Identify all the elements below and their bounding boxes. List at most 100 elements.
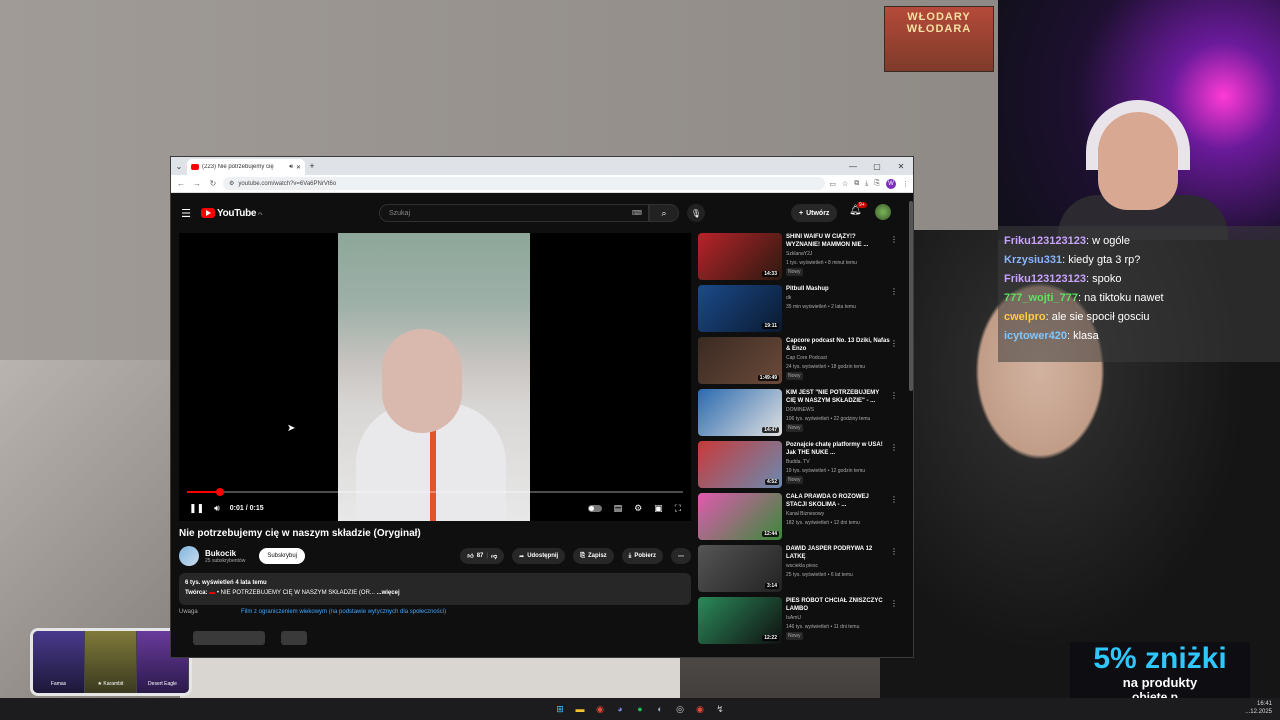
menu-kebab-icon[interactable]: ⋮ [902, 180, 909, 188]
recommended-channel[interactable]: Budda. TV [786, 458, 890, 467]
recommended-title[interactable]: CAŁA PRAWDA O RÓŻOWEJ STACJI SKOLIMA - .… [786, 493, 890, 509]
more-options-icon[interactable]: ⋮ [890, 599, 898, 608]
recommended-video[interactable]: 12:44 CAŁA PRAWDA O RÓŻOWEJ STACJI SKOLIM… [698, 493, 908, 545]
mic-button[interactable]: 🎙︎ [687, 204, 705, 222]
recommended-video[interactable]: 19:11 Pitbull Mashup dk 35 min wyświetleń •… [698, 285, 908, 337]
extensions-icon[interactable]: ⧉ [854, 180, 859, 188]
back-icon[interactable]: ← [175, 179, 187, 188]
start-icon[interactable]: ⊞ [553, 702, 567, 716]
steam-icon[interactable]: ◐ [653, 702, 667, 716]
discord-icon[interactable]: ◕ [613, 702, 627, 716]
recommended-channel[interactable]: Cap Core Podcast [786, 354, 890, 363]
like-button[interactable]: 👍︎ 87 | 👎︎ [460, 548, 505, 564]
obs-icon[interactable]: ◎ [673, 702, 687, 716]
more-options-icon[interactable]: ⋮ [890, 495, 898, 504]
channel-avatar[interactable] [179, 546, 199, 566]
cast-icon[interactable]: ▭ [829, 180, 836, 188]
recommended-title[interactable]: DAWID JASPER PODRYWA 12 LATKĘ [786, 545, 890, 561]
minimize-icon[interactable]: — [841, 157, 865, 175]
video-thumbnail[interactable]: 1:49:49 [698, 337, 782, 384]
recommended-channel[interactable]: DOMINEWS [786, 406, 890, 415]
url-field[interactable]: ⚙︎ youtube.com/watch?v=6Va6PNrVt6o [223, 177, 826, 190]
recommended-title[interactable]: Poznajcie chatę platformy w USA! Jak THE… [786, 441, 890, 457]
recommended-title[interactable]: SHINI WAIFU W CIĄŻY!? WYZNANIE! MAMMON N… [786, 233, 890, 249]
reload-icon[interactable]: ↻ [207, 179, 219, 188]
video-thumbnail[interactable]: 14:33 [698, 233, 782, 280]
more-options-icon[interactable]: ⋮ [890, 391, 898, 400]
more-options-icon[interactable]: ⋮ [890, 235, 898, 244]
scrubber-handle[interactable] [216, 488, 225, 496]
bookmark-star-icon[interactable]: ☆ [842, 180, 848, 188]
share-button[interactable]: ➦ Udostępnij [512, 548, 566, 564]
recommended-video[interactable]: 14:47 KIM JEST "NIE POTRZEBUJEMY CIĘ W NA… [698, 389, 908, 441]
search-button[interactable]: ⌕ [649, 204, 679, 222]
recommended-title[interactable]: KIM JEST "NIE POTRZEBUJEMY CIĘ W NASZYM … [786, 389, 890, 405]
pause-icon[interactable]: ❚❚ [189, 503, 204, 514]
more-options-icon[interactable]: ⋮ [890, 443, 898, 452]
keyboard-icon[interactable]: ⌨ [632, 209, 642, 217]
recommended-channel[interactable]: IsAmU [786, 614, 890, 623]
recommended-channel[interactable]: SzklanaY2J [786, 250, 890, 259]
video-player[interactable]: ➤ ❚❚ 🔊︎ 0:01 / 0:15 ▤ ⚙︎ ▣ ⛶ [179, 233, 691, 521]
recommended-video[interactable]: 1:49:49 Capcore podcast No. 13 Dziki, Naf… [698, 337, 908, 389]
video-thumbnail[interactable]: 19:11 [698, 285, 782, 332]
recommended-title[interactable]: Pitbull Mashup [786, 285, 890, 293]
recommended-channel[interactable]: wsciekla piesc [786, 562, 890, 571]
profile-avatar[interactable]: W [886, 178, 896, 189]
close-window-icon[interactable]: ✕ [889, 157, 913, 175]
save-button[interactable]: ⎘ Zapisz [573, 548, 614, 564]
chrome-active-icon[interactable]: ◉ [693, 702, 707, 716]
autoplay-toggle[interactable] [587, 504, 602, 512]
site-info-icon[interactable]: ⚙︎ [229, 180, 234, 187]
recommended-video[interactable]: 14:33 SHINI WAIFU W CIĄŻY!? WYZNANIE! MAM… [698, 233, 908, 285]
youtube-logo[interactable]: YouTube PL [201, 208, 263, 219]
recommended-video[interactable]: 3:14 DAWID JASPER PODRYWA 12 LATKĘ wsciekl… [698, 545, 908, 597]
tab-youtube[interactable]: (223) Nie potrzebujemy cię 🔊︎ ✕ [187, 159, 305, 175]
more-actions-button[interactable]: ⋯ [671, 548, 691, 564]
recommended-video[interactable]: 4:52 Poznajcie chatę platformy w USA! Jak… [698, 441, 908, 493]
search-input[interactable]: Szukaj ⌨ [379, 204, 649, 222]
speaker-icon[interactable]: 🔊︎ [289, 164, 293, 171]
download-icon[interactable]: ⤓ [865, 180, 868, 188]
maximize-icon[interactable]: ▢ [865, 157, 889, 175]
spotify-icon[interactable]: ● [633, 702, 647, 716]
subtitles-icon[interactable]: ▤ [614, 503, 623, 514]
description-box[interactable]: 6 tys. wyświetleń 4 lata temu Twórca: ▬ … [179, 573, 691, 605]
recommended-title[interactable]: Capcore podcast No. 13 Dziki, Nafas & En… [786, 337, 890, 353]
more-options-icon[interactable]: ⋮ [890, 547, 898, 556]
channel-name[interactable]: Bukocik [205, 549, 245, 558]
app-icon[interactable]: ↯ [713, 702, 727, 716]
scrollbar[interactable] [909, 201, 913, 391]
recommended-title[interactable]: PIES ROBOT CHCIAŁ ZNISZCZYĆ LAMBO [786, 597, 890, 613]
account-avatar[interactable] [875, 204, 891, 220]
translate-icon[interactable]: ⎘ [874, 180, 880, 188]
forward-icon[interactable]: → [191, 179, 203, 188]
video-thumbnail[interactable]: 12:22 [698, 597, 782, 644]
thumbs-down-icon[interactable]: 👎︎ [491, 552, 497, 560]
download-button[interactable]: ⤓ Pobierz [621, 548, 663, 564]
tab-search-icon[interactable]: ⌄ [171, 157, 187, 175]
video-thumbnail[interactable]: 3:14 [698, 545, 782, 592]
recommended-channel[interactable]: Kanał Biznesowy [786, 510, 890, 519]
subscribe-button[interactable]: Subskrybuj [259, 548, 305, 564]
more-options-icon[interactable]: ⋮ [890, 287, 898, 296]
recommended-channel[interactable]: dk [786, 294, 890, 303]
volume-icon[interactable]: 🔊︎ [214, 503, 220, 514]
new-tab-button[interactable]: + [305, 161, 319, 171]
recommended-video[interactable]: 12:22 PIES ROBOT CHCIAŁ ZNISZCZYĆ LAMBO Is… [698, 597, 908, 649]
video-thumbnail[interactable]: 14:47 [698, 389, 782, 436]
more-options-icon[interactable]: ⋮ [890, 339, 898, 348]
progress-bar[interactable] [187, 488, 683, 496]
hamburger-menu-icon[interactable]: ☰ [171, 207, 201, 220]
age-restriction-link[interactable]: Film z ograniczeniem wiekowym (na podsta… [241, 609, 446, 615]
miniplayer-icon[interactable]: ▣ [654, 503, 663, 514]
chrome-icon[interactable]: ◉ [593, 702, 607, 716]
video-thumbnail[interactable]: 4:52 [698, 441, 782, 488]
create-button[interactable]: + Utwórz [791, 204, 838, 222]
folder-icon[interactable]: ▬ [573, 702, 587, 716]
show-more-link[interactable]: ...więcej [377, 590, 400, 596]
fullscreen-icon[interactable]: ⛶ [675, 503, 681, 514]
close-tab-icon[interactable]: ✕ [296, 164, 301, 171]
video-thumbnail[interactable]: 12:44 [698, 493, 782, 540]
settings-gear-icon[interactable]: ⚙︎ [634, 503, 642, 514]
